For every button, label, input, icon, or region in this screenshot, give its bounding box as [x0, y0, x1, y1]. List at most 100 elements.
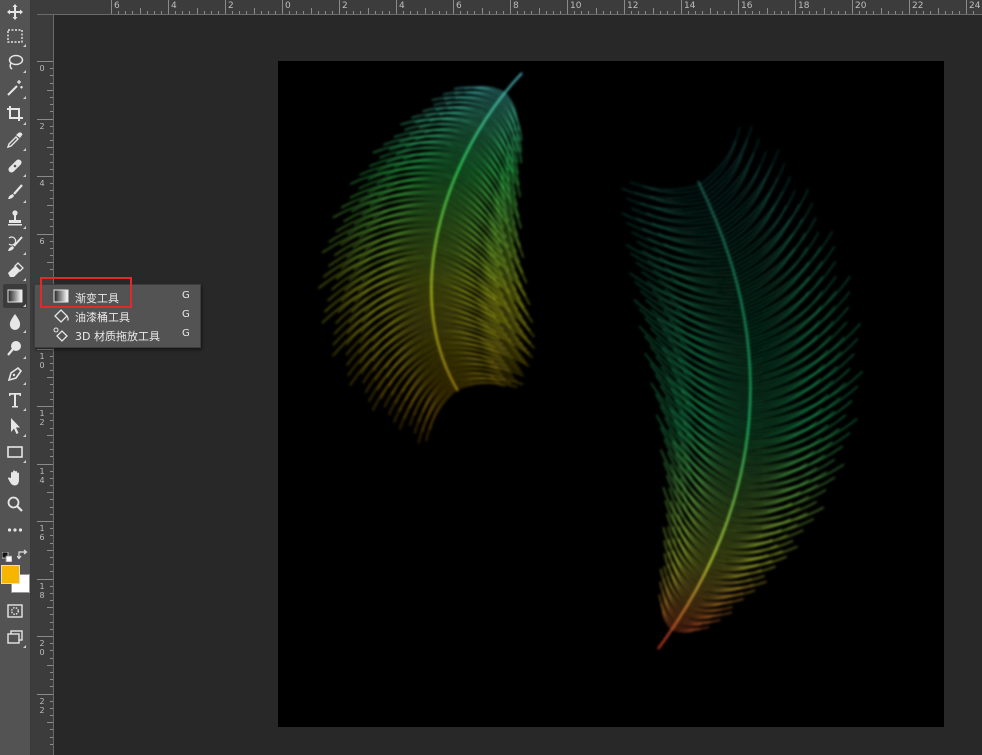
ruler-label: 12 [627, 1, 639, 11]
ruler-minor-tick [944, 11, 946, 14]
vertical-ruler[interactable]: 0246810121416182022 [37, 15, 54, 755]
feather-barb [705, 139, 748, 198]
material-drop-icon [53, 327, 69, 342]
history-brush-tool[interactable] [3, 232, 27, 256]
ruler-tick [396, 0, 397, 14]
ruler-minor-tick [716, 11, 718, 14]
move-tool[interactable] [3, 0, 27, 24]
feather-barb [707, 153, 743, 202]
magic-wand-tool[interactable] [3, 76, 27, 100]
path-selection-tool[interactable] [3, 414, 27, 438]
healing-brush-tool[interactable] [3, 154, 27, 178]
gradient-tool[interactable] [3, 284, 27, 308]
ruler-minor-tick [50, 413, 53, 415]
hand-tool[interactable] [3, 466, 27, 490]
eraser-tool[interactable] [3, 258, 27, 282]
ruler-minor-tick [50, 219, 53, 221]
ruler-minor-tick [50, 650, 53, 652]
ruler-tick [909, 0, 910, 14]
magic-wand-icon [7, 80, 23, 96]
ruler-minor-tick [50, 657, 53, 659]
rectangle-icon [7, 446, 23, 458]
ruler-minor-tick [901, 11, 903, 14]
rectangle-tool[interactable] [3, 440, 27, 464]
ruler-minor-tick [445, 11, 447, 14]
ruler-minor-tick [673, 11, 675, 14]
ruler-minor-tick [467, 11, 469, 14]
ruler-tick [37, 521, 53, 522]
ruler-minor-tick [766, 8, 768, 14]
ruler-tick [37, 693, 53, 695]
feather-barb [340, 218, 441, 246]
brush-tool[interactable] [3, 180, 27, 204]
ruler-minor-tick [930, 11, 932, 14]
ruler-origin[interactable] [37, 0, 55, 15]
default-colors-icon[interactable] [1, 547, 13, 563]
ruler-minor-tick [317, 11, 319, 14]
ruler-minor-tick [50, 470, 53, 472]
stamp-tool[interactable] [3, 206, 27, 230]
ruler-tick [339, 0, 340, 14]
ruler-minor-tick [481, 8, 483, 14]
ruler-minor-tick [47, 434, 53, 436]
ruler-label: 6 [456, 1, 462, 11]
ruler-tick [37, 463, 53, 465]
lasso-tool[interactable] [3, 50, 27, 74]
ruler-minor-tick [638, 11, 640, 14]
eyedropper-tool[interactable] [3, 128, 27, 152]
marquee-tool[interactable] [3, 24, 27, 48]
hand-icon [7, 470, 20, 486]
horizontal-ruler[interactable]: 6 4 2 0 2 4 6 8 10 12 14 16 18 20 22 24 [54, 0, 982, 15]
ruler-minor-tick [189, 11, 191, 14]
ruler-label: 14 [684, 1, 696, 11]
foreground-color-swatch[interactable] [1, 565, 20, 584]
droplet-icon [9, 314, 21, 330]
ruler-tick [37, 578, 53, 580]
flyout-item-shortcut: G [182, 309, 190, 320]
ruler-minor-tick [50, 614, 53, 616]
ruler-minor-tick [50, 183, 53, 185]
ruler-minor-tick [50, 427, 53, 429]
ruler-minor-tick [958, 11, 960, 14]
feather-barb [703, 125, 753, 194]
ruler-minor-tick [787, 11, 789, 14]
ruler-label: 4 [171, 1, 177, 11]
flyout-item-3d-material-drop[interactable]: 3D 材质拖放工具 G [35, 325, 200, 344]
ruler-label: 18 [798, 1, 810, 11]
ruler-minor-tick [50, 456, 53, 458]
ruler-label: 6 [39, 236, 45, 246]
pen-tool[interactable] [3, 362, 27, 386]
brush-icon [8, 184, 23, 199]
ruler-minor-tick [50, 686, 53, 688]
quick-mask-button[interactable] [3, 599, 27, 623]
type-tool[interactable] [3, 388, 27, 412]
crop-tool[interactable] [3, 102, 27, 126]
document-canvas[interactable] [278, 61, 944, 727]
history-brush-icon [8, 236, 23, 251]
flyout-item-paint-bucket[interactable]: 油漆桶工具 G [35, 306, 200, 325]
ruler-minor-tick [460, 11, 462, 14]
ruler-tick [681, 0, 682, 14]
ruler-minor-tick [367, 8, 369, 14]
ruler-minor-tick [47, 147, 53, 149]
ruler-minor-tick [50, 240, 53, 242]
ruler-minor-tick [688, 11, 690, 14]
dodge-tool[interactable] [3, 336, 27, 360]
screen-mode-button[interactable] [3, 625, 27, 649]
ruler-minor-tick [50, 190, 53, 192]
ruler-minor-tick [47, 377, 53, 379]
ruler-minor-tick [50, 506, 53, 508]
crop-icon [7, 106, 23, 121]
swap-colors-icon[interactable] [16, 546, 29, 560]
ruler-minor-tick [50, 391, 53, 393]
zoom-tool[interactable] [3, 492, 27, 516]
ruler-minor-tick [50, 715, 53, 717]
ruler-label: 2 [228, 1, 234, 11]
ruler-minor-tick [50, 628, 53, 630]
ruler-minor-tick [50, 161, 53, 163]
ruler-minor-tick [973, 11, 975, 14]
ruler-minor-tick [50, 154, 53, 156]
ruler-minor-tick [50, 125, 53, 127]
more-tools[interactable] [3, 518, 27, 542]
blur-tool[interactable] [3, 310, 27, 334]
